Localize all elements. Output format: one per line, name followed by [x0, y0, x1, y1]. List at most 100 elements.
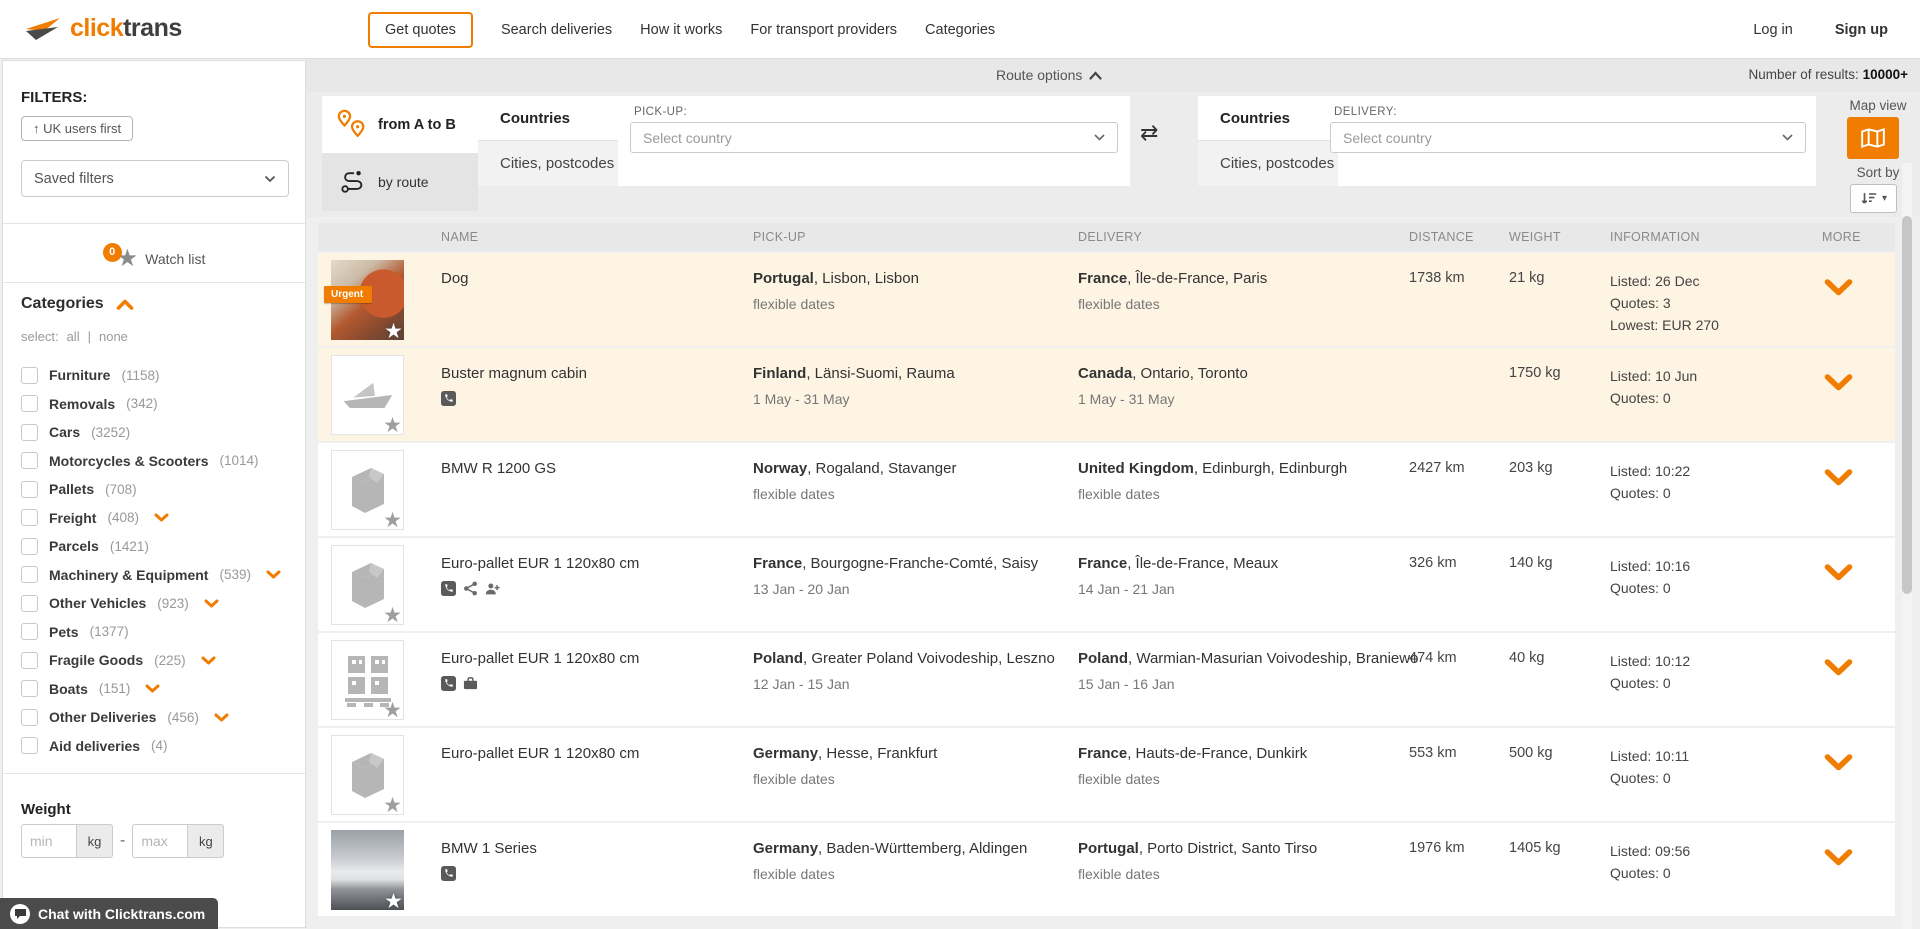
sidebar-item-other-vehicles[interactable]: Other Vehicles(923) [21, 589, 291, 618]
nav-for-transport-providers[interactable]: For transport providers [750, 22, 897, 38]
distance-value: 326 km [1409, 555, 1457, 571]
listing-thumbnail[interactable]: ★ [331, 830, 404, 910]
chevron-down-icon[interactable] [154, 513, 169, 522]
sidebar-item-aid-deliveries[interactable]: Aid deliveries(4) [21, 732, 291, 761]
sidebar-item-machinery-equipment[interactable]: Machinery & Equipment(539) [21, 561, 291, 590]
watch-star-icon[interactable]: ★ [383, 415, 402, 436]
chevron-up-icon[interactable] [116, 299, 134, 310]
pickup-tab-countries[interactable]: Countries [478, 96, 618, 140]
listing-thumbnail[interactable]: ★ [331, 735, 404, 815]
sidebar-item-cars[interactable]: Cars(3252) [21, 418, 291, 447]
sidebar-item-pallets[interactable]: Pallets(708) [21, 475, 291, 504]
category-checkbox[interactable] [21, 623, 38, 640]
swap-directions-icon[interactable]: ⇄ [1140, 120, 1158, 146]
phone-icon [441, 391, 456, 406]
category-checkbox[interactable] [21, 424, 38, 441]
category-checkbox[interactable] [21, 680, 38, 697]
expand-row-button[interactable] [1824, 754, 1853, 776]
nav-categories[interactable]: Categories [925, 22, 995, 38]
listing-thumbnail[interactable]: ★ [331, 450, 404, 530]
watch-star-icon[interactable]: ★ [384, 321, 403, 342]
expand-row-button[interactable] [1824, 469, 1853, 491]
weight-max-input[interactable] [132, 824, 187, 858]
listing-thumbnail[interactable]: ★ Urgent [331, 260, 404, 340]
nav-get-quotes[interactable]: Get quotes [368, 12, 473, 48]
select-all-link[interactable]: all [67, 329, 80, 344]
listing-thumbnail[interactable]: ★ [331, 640, 404, 720]
weight-min-input[interactable] [21, 824, 76, 858]
watch-star-icon[interactable]: ★ [383, 510, 402, 531]
category-checkbox[interactable] [21, 452, 38, 469]
phone-icon [441, 581, 456, 596]
expand-row-button[interactable] [1824, 374, 1853, 396]
table-row[interactable]: ★ Urgent Dog Portugal, Lisbon, Lisbon fl… [318, 253, 1895, 346]
category-checkbox[interactable] [21, 395, 38, 412]
watch-list-button[interactable]: 0 ★ Watch list [3, 236, 305, 282]
sidebar-item-fragile-goods[interactable]: Fragile Goods(225) [21, 646, 291, 675]
header-distance: DISTANCE [1409, 230, 1474, 244]
listing-thumbnail[interactable]: ★ [331, 355, 404, 435]
chat-widget-bar[interactable]: Chat with Clicktrans.com [0, 898, 218, 929]
clicktrans-logo[interactable]: clicktrans [24, 14, 182, 43]
sort-button[interactable]: ▾ [1850, 184, 1897, 213]
tab-from-a-to-b[interactable]: from A to B [322, 96, 478, 153]
delivery-tab-cities[interactable]: Cities, postcodes [1198, 140, 1338, 186]
watch-star-icon[interactable]: ★ [383, 795, 402, 816]
map-view-button[interactable] [1847, 117, 1899, 159]
signup-link[interactable]: Sign up [1835, 22, 1888, 38]
table-row[interactable]: ★ Euro-pallet EUR 1 120x80 cm Poland, Gr… [318, 633, 1895, 726]
chevron-down-icon[interactable] [145, 684, 160, 693]
info-line: Lowest: EUR 270 [1610, 314, 1719, 336]
distance-value: 2427 km [1409, 460, 1465, 476]
category-checkbox[interactable] [21, 481, 38, 498]
select-divider: | [88, 329, 91, 344]
category-checkbox[interactable] [21, 737, 38, 754]
select-none-link[interactable]: none [99, 329, 128, 344]
listing-thumbnail[interactable]: ★ [331, 545, 404, 625]
table-row[interactable]: ★ BMW R 1200 GS Norway, Rogaland, Stavan… [318, 443, 1895, 536]
scrollbar-thumb[interactable] [1902, 216, 1912, 594]
uk-users-first-chip[interactable]: ↑ UK users first [21, 116, 133, 141]
sidebar-item-pets[interactable]: Pets(1377) [21, 618, 291, 647]
saved-filters-select[interactable]: Saved filters [21, 160, 289, 197]
watch-star-icon[interactable]: ★ [384, 891, 403, 912]
delivery-tab-countries[interactable]: Countries [1198, 96, 1338, 140]
sidebar-item-freight[interactable]: Freight(408) [21, 504, 291, 533]
table-row[interactable]: ★ Euro-pallet EUR 1 120x80 cm Germany, H… [318, 728, 1895, 821]
table-row[interactable]: ★ Euro-pallet EUR 1 120x80 cm France, Bo… [318, 538, 1895, 631]
expand-row-button[interactable] [1824, 659, 1853, 681]
category-checkbox[interactable] [21, 595, 38, 612]
delivery-country-select[interactable]: Select country [1330, 122, 1806, 153]
pickup-country-select[interactable]: Select country [630, 122, 1118, 153]
sidebar-item-motorcycles-scooters[interactable]: Motorcycles & Scooters(1014) [21, 447, 291, 476]
sidebar-item-boats[interactable]: Boats(151) [21, 675, 291, 704]
category-checkbox[interactable] [21, 509, 38, 526]
sidebar-item-parcels[interactable]: Parcels(1421) [21, 532, 291, 561]
category-checkbox[interactable] [21, 566, 38, 583]
chevron-down-icon[interactable] [214, 713, 229, 722]
expand-row-button[interactable] [1824, 279, 1853, 301]
nav-search-deliveries[interactable]: Search deliveries [501, 22, 612, 38]
chevron-down-icon[interactable] [201, 656, 216, 665]
sidebar-item-furniture[interactable]: Furniture(1158) [21, 361, 291, 390]
sidebar-item-removals[interactable]: Removals(342) [21, 390, 291, 419]
category-checkbox[interactable] [21, 709, 38, 726]
pickup-tab-cities[interactable]: Cities, postcodes [478, 140, 618, 186]
category-label: Cars [49, 424, 80, 440]
expand-row-button[interactable] [1824, 564, 1853, 586]
chevron-down-icon[interactable] [266, 570, 281, 579]
login-link[interactable]: Log in [1753, 22, 1793, 38]
watch-star-icon[interactable]: ★ [383, 605, 402, 626]
expand-row-button[interactable] [1824, 849, 1853, 871]
sidebar-item-other-deliveries[interactable]: Other Deliveries(456) [21, 703, 291, 732]
chevron-down-icon[interactable] [204, 599, 219, 608]
nav-how-it-works[interactable]: How it works [640, 22, 722, 38]
category-checkbox[interactable] [21, 367, 38, 384]
route-options-toggle[interactable]: Route options [996, 67, 1102, 83]
category-checkbox[interactable] [21, 538, 38, 555]
table-row[interactable]: ★ Buster magnum cabin Finland, Länsi-Suo… [318, 348, 1895, 441]
watch-star-icon[interactable]: ★ [383, 700, 402, 721]
tab-by-route[interactable]: by route [322, 153, 478, 211]
category-checkbox[interactable] [21, 652, 38, 669]
table-row[interactable]: ★ BMW 1 Series Germany, Baden-Württember… [318, 823, 1895, 916]
